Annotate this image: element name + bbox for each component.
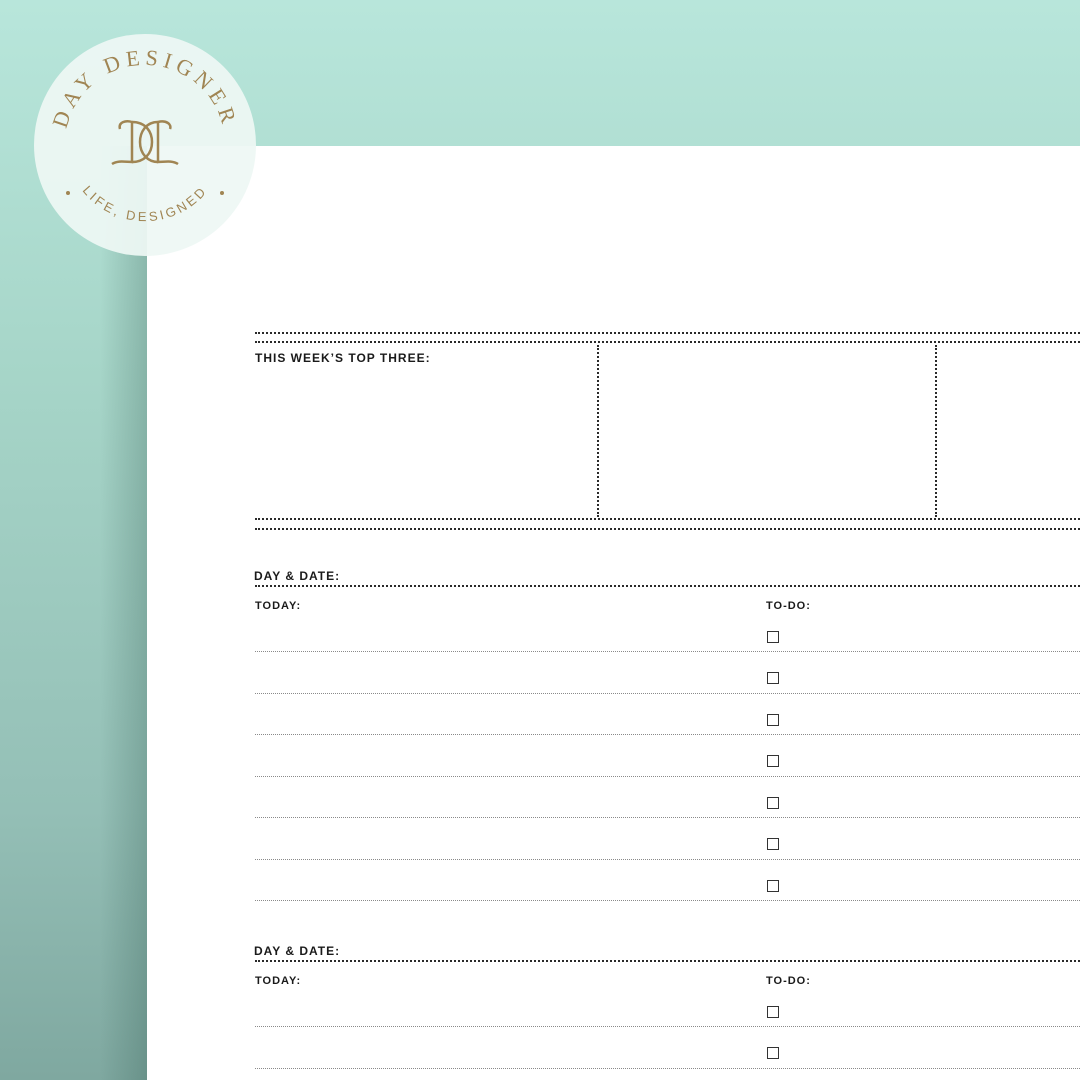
line-row: [255, 900, 1080, 901]
checkbox-icon[interactable]: [767, 631, 779, 643]
page-shadow: [100, 146, 147, 1080]
planner-page: [147, 146, 1080, 1080]
line-row: [255, 1068, 1080, 1069]
checkbox-icon[interactable]: [767, 1047, 779, 1059]
day-date-label: DAY & DATE:: [254, 569, 341, 583]
line-row: [255, 734, 1080, 735]
top-rule-1: [255, 332, 1080, 334]
line-row: [255, 693, 1080, 694]
brand-seal: DAY DESIGNER LIFE, DESIGNED: [34, 34, 256, 256]
day-date-rule: [255, 960, 1080, 962]
todo-label: TO-DO:: [766, 975, 811, 987]
line-row: [255, 1026, 1080, 1027]
checkbox-icon[interactable]: [767, 1006, 779, 1018]
line-row: [255, 651, 1080, 652]
brand-seal-graphic: DAY DESIGNER LIFE, DESIGNED: [34, 34, 256, 256]
day-date-label: DAY & DATE:: [254, 944, 341, 958]
line-row: [255, 776, 1080, 777]
top-three-divider-1: [597, 345, 599, 517]
checkbox-icon[interactable]: [767, 838, 779, 850]
top-three-divider-2: [935, 345, 937, 517]
checkbox-icon[interactable]: [767, 755, 779, 767]
todo-label: TO-DO:: [766, 600, 811, 612]
checkbox-icon[interactable]: [767, 880, 779, 892]
line-row: [255, 859, 1080, 860]
line-row: [255, 817, 1080, 818]
day-date-rule: [255, 585, 1080, 587]
today-label: TODAY:: [255, 975, 302, 987]
checkbox-icon[interactable]: [767, 797, 779, 809]
checkbox-icon[interactable]: [767, 714, 779, 726]
top-three-label: THIS WEEK’S TOP THREE:: [255, 351, 431, 365]
top-three-rule-bottom-1: [255, 518, 1080, 520]
checkbox-icon[interactable]: [767, 672, 779, 684]
today-label: TODAY:: [255, 600, 302, 612]
top-rule-2: [255, 341, 1080, 343]
top-three-rule-bottom-2: [255, 528, 1080, 530]
